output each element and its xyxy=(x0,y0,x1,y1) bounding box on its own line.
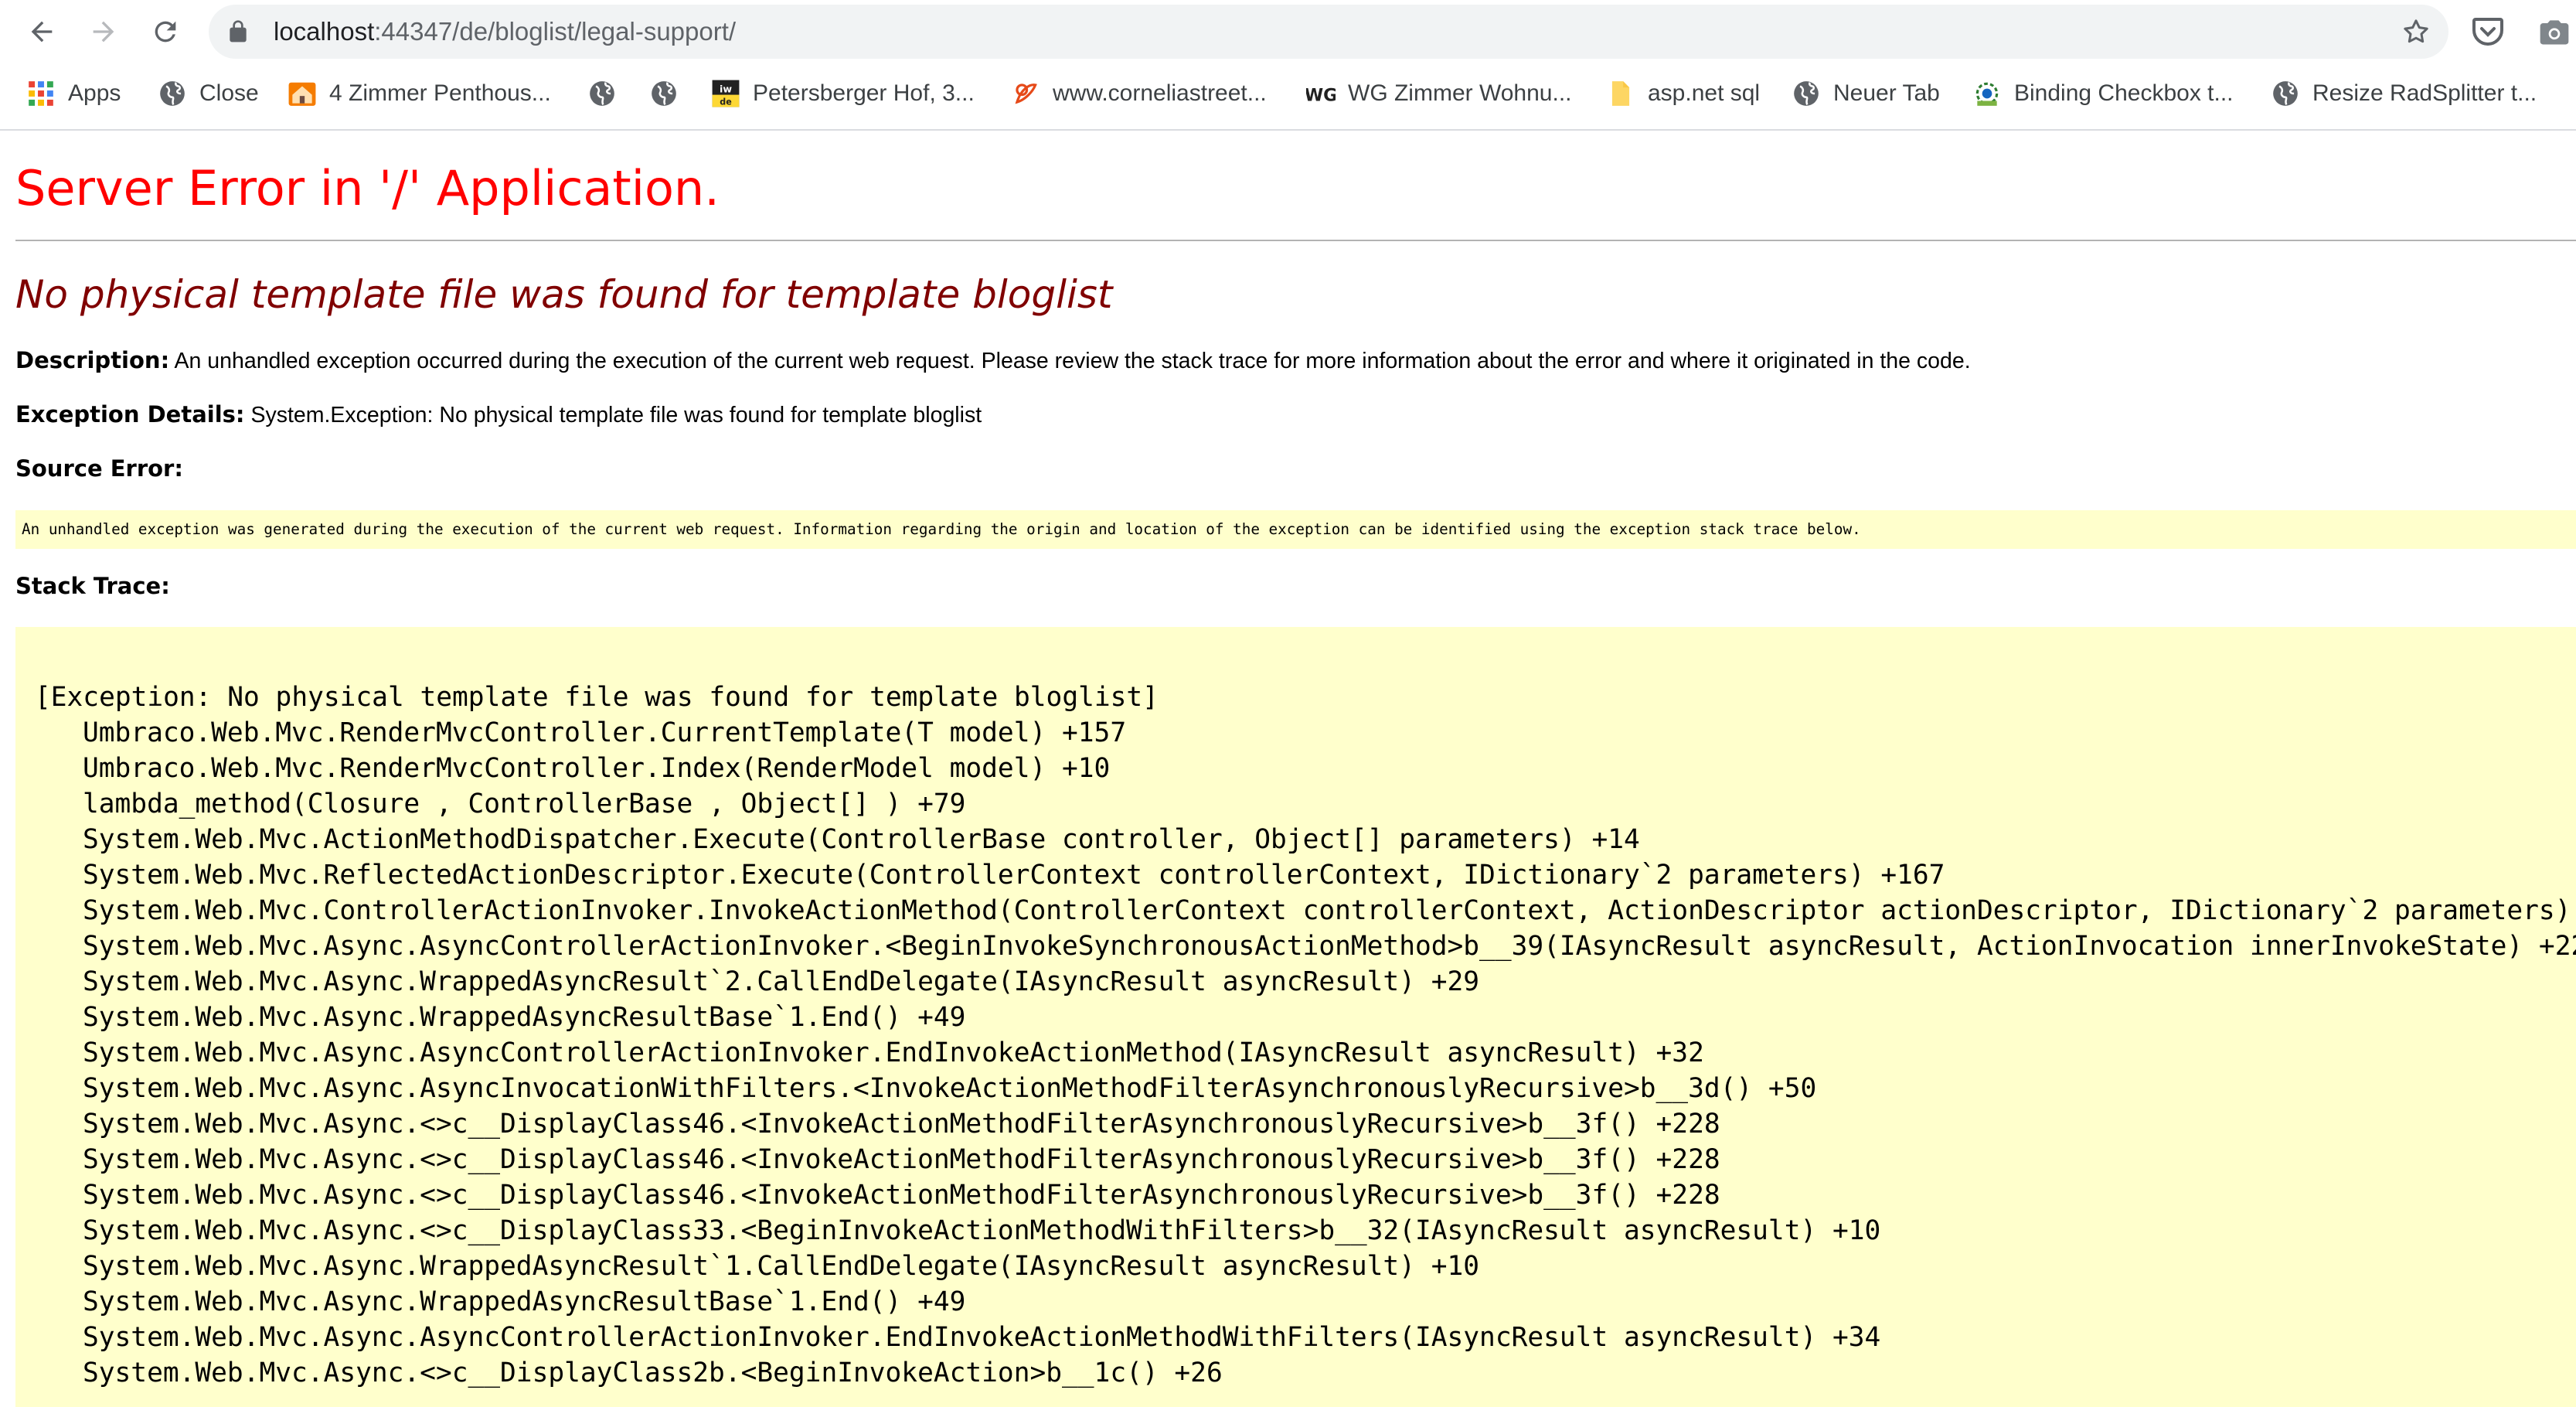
stack-trace-box: [Exception: No physical template file wa… xyxy=(15,627,2576,1407)
globe-icon xyxy=(1792,79,1821,108)
stack-frame: System.Web.Mvc.ActionMethodDispatcher.Ex… xyxy=(83,824,1640,855)
bookmark-neuer-tab[interactable]: Neuer Tab xyxy=(1792,70,1940,118)
error-page: Server Error in '/' Application. No phys… xyxy=(0,131,2576,1407)
lock-icon xyxy=(230,20,247,43)
svg-text:WG: WG xyxy=(1306,86,1336,106)
apps-grid-icon xyxy=(26,79,56,108)
stack-frame: System.Web.Mvc.Async.<>c__DisplayClass33… xyxy=(83,1215,1881,1246)
stack-frame: System.Web.Mvc.Async.<>c__DisplayClass46… xyxy=(83,1144,1720,1175)
bookmark-wg-zimmer[interactable]: WG WG Zimmer Wohnu... xyxy=(1306,70,1571,118)
bookmarks-bar: Apps Close 4 Zimmer Penthous... iw de Pet… xyxy=(0,70,2576,118)
house-icon xyxy=(288,79,317,108)
stack-frame: Umbraco.Web.Mvc.RenderMvcController.Inde… xyxy=(83,753,1111,784)
bookmark-label: Binding Checkbox t... xyxy=(2014,80,2234,106)
stack-trace-lines: [Exception: No physical template file wa… xyxy=(35,680,2576,1391)
stack-frame: System.Web.Mvc.Async.<>c__DisplayClass46… xyxy=(83,1109,1720,1140)
stack-frame: System.Web.Mvc.Async.WrappedAsyncResult`… xyxy=(83,1251,1480,1282)
forward-arrow-icon xyxy=(93,21,114,43)
bookmark-label: Close xyxy=(199,80,259,106)
source-error-box: An unhandled exception was generated dur… xyxy=(15,510,2576,549)
exception-details-row: Exception Details: System.Exception: No … xyxy=(15,401,982,428)
bookmark-aspnet-sql[interactable]: asp.net sql xyxy=(1606,70,1760,118)
star-icon[interactable] xyxy=(2401,16,2431,47)
source-error-label: Source Error: xyxy=(15,455,183,482)
url-path: :44347/de/bloglist/legal-support/ xyxy=(374,17,737,46)
title-divider xyxy=(15,240,2576,241)
bookmark-globe-1[interactable] xyxy=(587,70,617,118)
error-heading: No physical template file was found for … xyxy=(15,272,1113,317)
stack-frame: Umbraco.Web.Mvc.RenderMvcController.Curr… xyxy=(83,717,1127,748)
globe-icon xyxy=(158,79,187,108)
svg-text:iw: iw xyxy=(720,83,732,94)
bookmark-label: asp.net sql xyxy=(1648,80,1761,106)
reload-button[interactable] xyxy=(142,9,189,55)
stack-frame: System.Web.Mvc.Async.AsyncControllerActi… xyxy=(83,1037,1704,1068)
address-bar[interactable]: localhost:44347/de/bloglist/legal-suppor… xyxy=(209,5,2448,59)
bookmark-binding-checkbox[interactable]: Binding Checkbox t... xyxy=(1972,70,2234,118)
camera-icon[interactable] xyxy=(2537,15,2571,49)
bookmark-penthouse[interactable]: 4 Zimmer Penthous... xyxy=(288,70,551,118)
iw-de-icon: iw de xyxy=(711,79,740,108)
cornelia-icon xyxy=(1011,79,1040,108)
bookmark-label: Petersberger Hof, 3... xyxy=(753,80,975,106)
bookmark-petersberger-hof[interactable]: iw de Petersberger Hof, 3... xyxy=(711,70,975,118)
bookmark-close[interactable]: Close xyxy=(158,70,259,118)
description-label: Description: xyxy=(15,347,170,373)
stack-trace-label: Stack Trace: xyxy=(15,573,170,599)
reload-icon xyxy=(155,21,176,43)
navigation-bar: localhost:44347/de/bloglist/legal-suppor… xyxy=(0,0,2576,63)
stack-frame: System.Web.Mvc.ReflectedActionDescriptor… xyxy=(83,860,1945,891)
stack-frame: System.Web.Mvc.Async.AsyncControllerActi… xyxy=(83,1322,1881,1353)
bookmark-globe-2[interactable] xyxy=(649,70,679,118)
bookmark-label: Neuer Tab xyxy=(1833,80,1940,106)
stack-frame: System.Web.Mvc.Async.<>c__DisplayClass46… xyxy=(83,1180,1720,1211)
wg-icon: WG xyxy=(1306,79,1336,108)
bookmark-label: www.corneliastreet... xyxy=(1053,80,1267,106)
binding-icon xyxy=(1972,79,2002,108)
description-text: An unhandled exception occurred during t… xyxy=(174,349,1971,373)
exception-details-text: System.Exception: No physical template f… xyxy=(250,403,982,428)
stack-frame: System.Web.Mvc.Async.WrappedAsyncResultB… xyxy=(83,1002,966,1033)
bookmark-label: 4 Zimmer Penthous... xyxy=(329,80,551,106)
bookmark-label: Resize RadSplitter t... xyxy=(2312,80,2537,106)
bookmark-apps[interactable]: Apps xyxy=(26,70,121,118)
bookmark-corneliastreet[interactable]: www.corneliastreet... xyxy=(1011,70,1267,118)
url-text[interactable]: localhost:44347/de/bloglist/legal-suppor… xyxy=(274,5,736,59)
svg-text:de: de xyxy=(720,97,731,107)
description-row: Description: An unhandled exception occu… xyxy=(15,347,1971,374)
bookmark-label: WG Zimmer Wohnu... xyxy=(1348,80,1572,106)
stack-frame: lambda_method(Closure , ControllerBase ,… xyxy=(83,789,966,819)
url-host: localhost xyxy=(274,17,375,46)
browser-chrome: localhost:44347/de/bloglist/legal-suppor… xyxy=(0,0,2576,131)
stack-frame: System.Web.Mvc.Async.<>c__DisplayClass2b… xyxy=(83,1358,1223,1388)
back-arrow-icon xyxy=(31,21,53,43)
exception-details-label: Exception Details: xyxy=(15,401,245,428)
page-title: Server Error in '/' Application. xyxy=(15,160,720,216)
stack-frame: System.Web.Mvc.Async.AsyncInvocationWith… xyxy=(83,1073,1817,1104)
globe-icon xyxy=(2271,79,2300,108)
stack-frame: System.Web.Mvc.ControllerActionInvoker.I… xyxy=(83,895,2576,926)
globe-icon xyxy=(587,79,617,108)
stack-frame: System.Web.Mvc.Async.AsyncControllerActi… xyxy=(83,931,2576,962)
pocket-icon[interactable] xyxy=(2469,13,2506,50)
stack-trace-header: [Exception: No physical template file wa… xyxy=(35,682,1159,713)
stack-frame: System.Web.Mvc.Async.WrappedAsyncResult`… xyxy=(83,966,1480,997)
folder-icon xyxy=(1606,79,1635,108)
source-error-text: An unhandled exception was generated dur… xyxy=(22,520,1861,538)
forward-button[interactable] xyxy=(80,9,127,55)
bookmark-resize-radsplitter[interactable]: Resize RadSplitter t... xyxy=(2271,70,2537,118)
back-button[interactable] xyxy=(19,9,65,55)
globe-icon xyxy=(649,79,679,108)
bookmark-label: Apps xyxy=(68,80,121,106)
stack-frame: System.Web.Mvc.Async.WrappedAsyncResultB… xyxy=(83,1286,966,1317)
